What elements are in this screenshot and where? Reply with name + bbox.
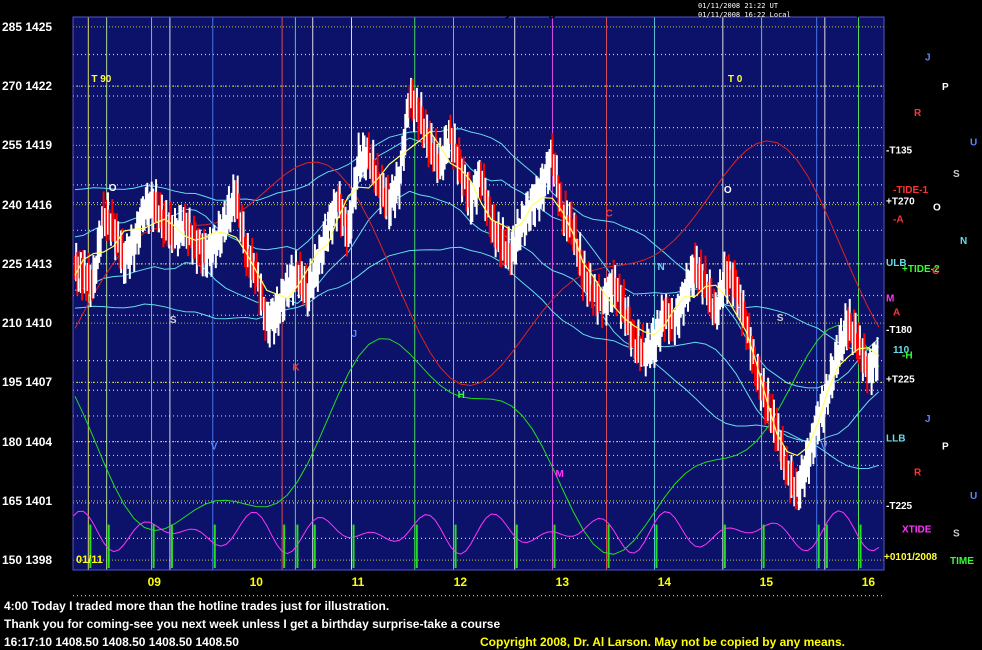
line-label: O <box>724 185 732 196</box>
x-axis-tick-label: 14 <box>657 575 672 589</box>
line-label: V <box>821 442 828 453</box>
right-side-label: XTIDE <box>902 525 932 536</box>
line-label: V <box>211 442 218 453</box>
x-axis-tick-label: 09 <box>147 575 161 589</box>
y-axis-tick-label: 210 1410 <box>2 316 53 331</box>
last-quote: 16:17:10 1408.50 1408.50 1408.50 1408.50 <box>4 635 239 649</box>
chaos-trader-chart: T 90 T 0 O S V K J H M C N O S V J P R U -T135 S -TIDE-1+T27… <box>72 16 977 597</box>
right-side-label: U <box>970 491 977 502</box>
x-axis-tick-label: 13 <box>555 575 570 589</box>
x-axis-tick-label: 12 <box>453 575 467 589</box>
line-label: H <box>458 390 465 401</box>
y-axis-tick-label: 240 1416 <box>2 197 53 212</box>
right-side-label: J <box>925 53 931 64</box>
line-label: S <box>170 315 177 326</box>
right-side-label: -TIDE-1 <box>893 185 928 196</box>
right-side-label: TIME <box>950 556 974 567</box>
line-label: T 0 <box>728 74 743 85</box>
right-side-label: +T270 <box>886 197 915 208</box>
date-label: 01/11 <box>76 554 103 566</box>
right-side-label: S <box>953 528 960 539</box>
data-file-name: spcc.txt <box>850 6 892 18</box>
line-label: S <box>777 313 784 324</box>
line-label: C <box>606 208 613 219</box>
right-side-label: U <box>970 137 977 148</box>
y-axis-tick-label: 195 1407 <box>2 375 53 390</box>
right-side-label: P <box>942 442 949 453</box>
y-axis-tick-label: 270 1422 <box>2 79 53 94</box>
site-link[interactable]: Daytradingforecasts.com <box>488 4 644 19</box>
right-side-label: P <box>942 82 949 93</box>
plot-area <box>73 17 884 570</box>
right-side-label: -T225 <box>886 501 913 512</box>
y-axis-tick-label: 180 1404 <box>2 434 53 449</box>
right-side-label: N <box>960 236 967 247</box>
timestamp-local: 01/11/2008 16:22 Local <box>698 11 791 19</box>
right-side-label: S <box>953 169 960 180</box>
comment-line-2: Thank you for coming-see you next week u… <box>4 617 501 631</box>
line-label: T 90 <box>91 74 111 85</box>
y-axis-tick-label: 150 1398 <box>2 553 53 568</box>
copyright-notice: Copyright 2008, Dr. Al Larson. May not b… <box>480 635 845 649</box>
line-label: N <box>658 262 665 273</box>
timestamp-ut: 01/11/2008 21:22 UT <box>698 2 779 10</box>
right-side-label: O <box>933 203 941 214</box>
right-side-label: LLB <box>886 434 905 445</box>
right-side-label: +T225 <box>886 374 915 385</box>
y-axis-tick-label: 255 1419 <box>2 138 53 153</box>
right-side-label: +0101/2008 <box>884 552 938 563</box>
line-label: J <box>351 329 357 340</box>
x-axis-tick-label: 10 <box>249 575 263 589</box>
y-axis-tick-label: 165 1401 <box>2 493 53 508</box>
right-side-label: R <box>914 108 922 119</box>
chart-window: T 90 T 0 O S V K J H M C N O S V J P R U -T135 S -TIDE-1 +T27… <box>0 0 982 650</box>
right-side-label: M <box>886 293 894 304</box>
chart-title: S&P E-Mini <box>76 4 146 19</box>
right-side-label: R <box>914 467 922 478</box>
comment-line-1: 4:00 Today I traded more than the hotlin… <box>4 599 390 613</box>
line-label: M <box>556 469 564 480</box>
x-axis-tick-label: 16 <box>861 575 876 589</box>
right-side-label: C <box>932 266 939 277</box>
right-side-label: J <box>925 414 931 425</box>
center-title: Dr. Al Larson's Chaos Trader Web <box>232 4 441 19</box>
right-side-label: -T135 <box>886 145 913 156</box>
y-axis-tick-label: 285 1425 <box>2 19 53 34</box>
x-axis-tick-label: 15 <box>759 575 774 589</box>
line-label: K <box>292 363 300 374</box>
y-axis-tick-label: 225 1413 <box>2 256 53 271</box>
right-side-label: -T180 <box>886 325 913 336</box>
right-side-label: -H <box>902 351 913 362</box>
right-side-label: -A <box>893 214 904 225</box>
x-axis-tick-label: 11 <box>351 575 365 589</box>
right-side-label: A <box>893 307 900 318</box>
line-label: O <box>109 183 117 194</box>
